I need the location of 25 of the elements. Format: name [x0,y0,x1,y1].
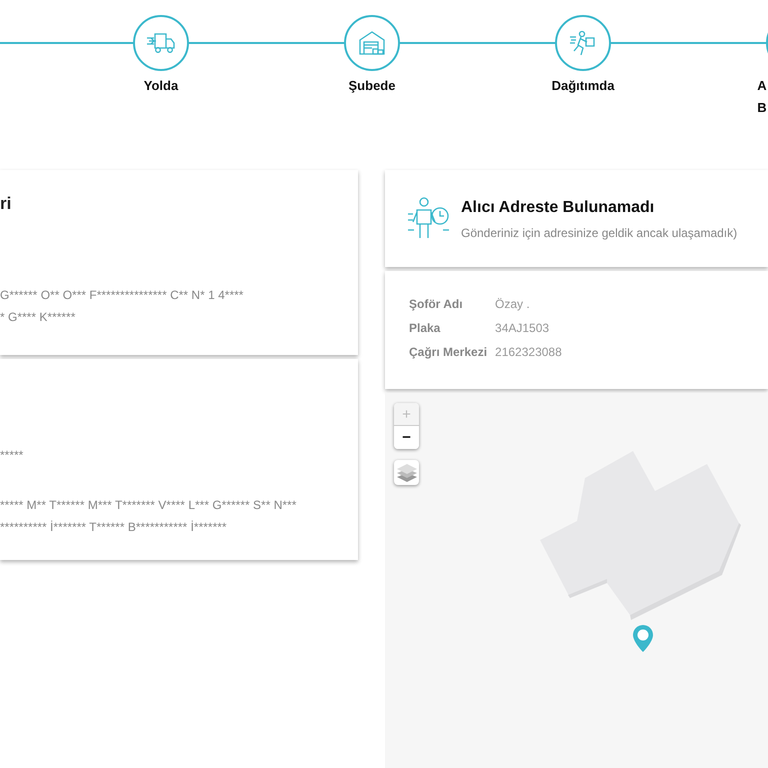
driver-value: 2162323088 [495,344,563,361]
masked-address-text: ********** İ******* T****** B*********** İ******* [0,519,227,536]
driver-value: 34AJ1503 [495,320,550,337]
layers-icon [396,462,418,482]
driver-label: Çağrı Merkezi [409,344,488,361]
masked-address-text: G****** O** O*** F*************** C** N* 1 4**** [0,287,244,304]
location-pin-icon [632,624,654,653]
step-label: Yolda [144,77,178,95]
running-courier-icon [569,29,597,57]
step-label: Dağıtımda [552,77,614,95]
warehouse-icon [358,30,386,56]
masked-address-text: ***** [0,447,24,464]
masked-address-text: ***** M** T****** M*** T******* V**** L*** G****** S** N*** [0,497,296,514]
zoom-out-button[interactable]: − [394,426,419,449]
status-title: Alıcı Adreste Bulunamadı [461,198,656,218]
layers-button[interactable] [394,460,419,485]
status-description: Gönderiniz için adresinize geldik ancak ulaşamadık) [461,224,738,242]
card-title: ri [0,194,12,214]
step-label: B [757,99,767,117]
step-label: A [757,77,767,95]
driver-value: Özay . [495,296,531,313]
masked-address-text: * G**** K****** [0,309,76,326]
driver-label: Şoför Adı [409,296,464,313]
step-label: Şubede [348,77,396,95]
driver-label: Plaka [409,320,442,337]
